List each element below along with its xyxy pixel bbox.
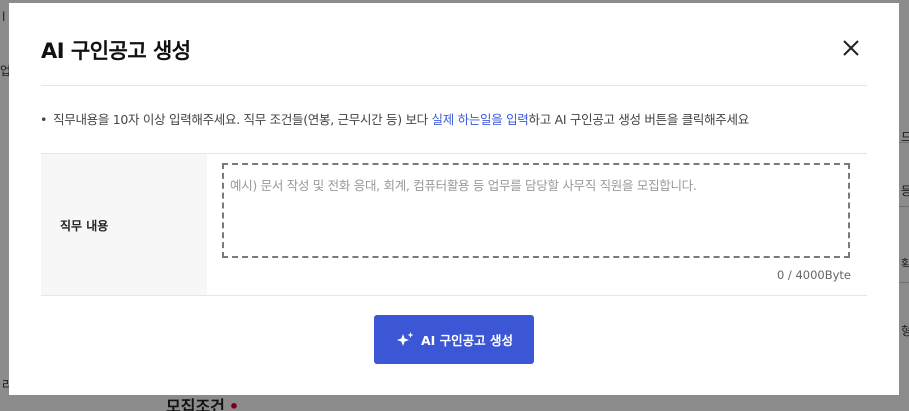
ai-generate-label: AI 구인공고 생성 bbox=[420, 333, 514, 348]
header-divider bbox=[41, 85, 867, 86]
modal-title: AI 구인공고 생성 bbox=[41, 39, 191, 63]
job-description-label: 직무 내용 bbox=[60, 219, 109, 233]
notice-text-end: 하고 AI 구인공고 생성 버튼을 클릭해주세요 bbox=[528, 112, 750, 127]
field-label-cell: 직무 내용 bbox=[41, 154, 207, 295]
byte-counter: 0 / 4000Byte bbox=[776, 268, 851, 282]
notice-highlight: 실제 하는일을 입력 bbox=[431, 112, 529, 127]
job-description-input[interactable] bbox=[222, 163, 850, 258]
ai-job-posting-modal: AI 구인공고 생성 • 직무내용을 10자 이상 입력해주세요. 직무 조건들(… bbox=[9, 3, 899, 395]
notice-text: 직무내용을 10자 이상 입력해주세요. 직무 조건들(연봉, 근무시간 등) … bbox=[53, 112, 432, 127]
ai-generate-button[interactable]: AI 구인공고 생성 bbox=[374, 315, 534, 364]
close-button[interactable] bbox=[837, 34, 865, 62]
notice-bullet: • bbox=[40, 112, 48, 127]
close-icon bbox=[837, 34, 865, 62]
sparkle-icon bbox=[395, 331, 415, 349]
job-description-row: 직무 내용 0 / 4000Byte bbox=[41, 153, 867, 296]
instruction-notice: • 직무내용을 10자 이상 입력해주세요. 직무 조건들(연봉, 근무시간 등)… bbox=[40, 109, 749, 128]
